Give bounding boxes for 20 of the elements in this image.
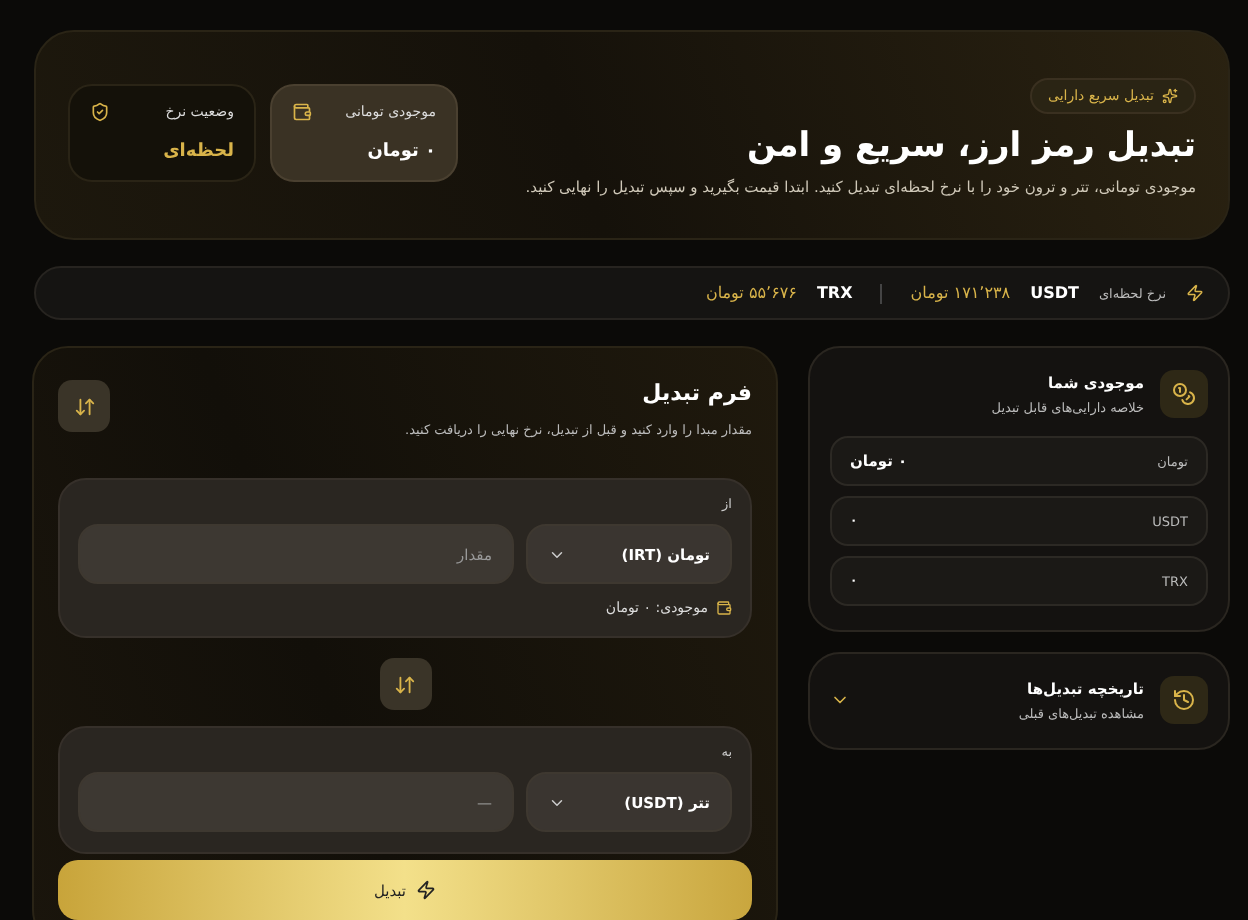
wallet-icon [292,102,312,122]
rate-symbol: USDT [1030,284,1079,302]
swap-icon [394,673,416,695]
form-title: فرم تبدیل [640,380,752,406]
swap-button[interactable] [58,380,110,432]
sparkle-icon [1162,88,1178,104]
stat-value: ۰ تومان [365,142,436,162]
rate-symbol: TRX [816,284,853,302]
rate-price: ۵۵٬۶۷۶ تومان [705,284,797,302]
shield-icon [90,102,110,122]
page-title: تبدیل رمز ارز، سریع و امن [746,126,1196,166]
coins-icon [1160,370,1208,418]
stat-value: لحظه‌ای [161,142,234,162]
history-icon [1160,676,1208,724]
lightning-icon [416,880,437,900]
wallet-icon [716,600,732,616]
swap-button[interactable] [379,658,431,710]
swap-icon [73,395,95,417]
rate-price: ۱۷۱٬۲۳۸ تومان [910,284,1011,302]
lightning-icon [1186,284,1204,302]
